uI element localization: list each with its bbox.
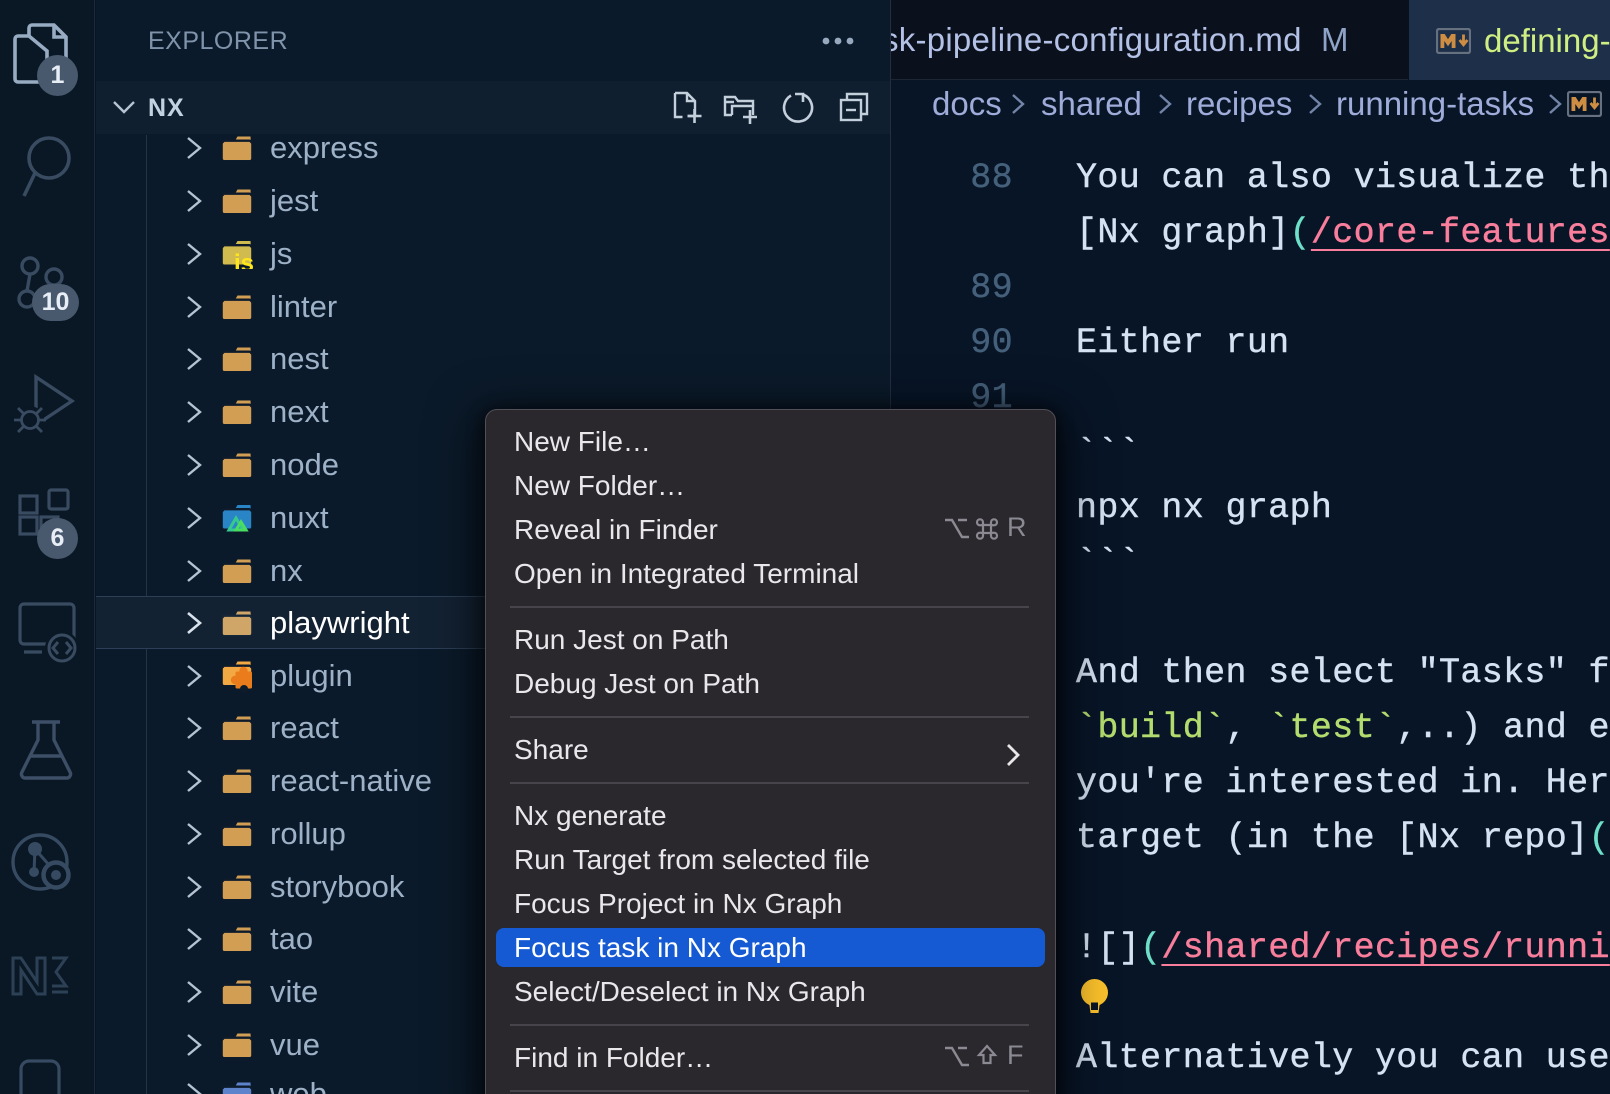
svg-text:js: js [233, 250, 254, 269]
svg-text:F: F [1007, 1044, 1024, 1070]
svg-text:R: R [1007, 516, 1027, 542]
